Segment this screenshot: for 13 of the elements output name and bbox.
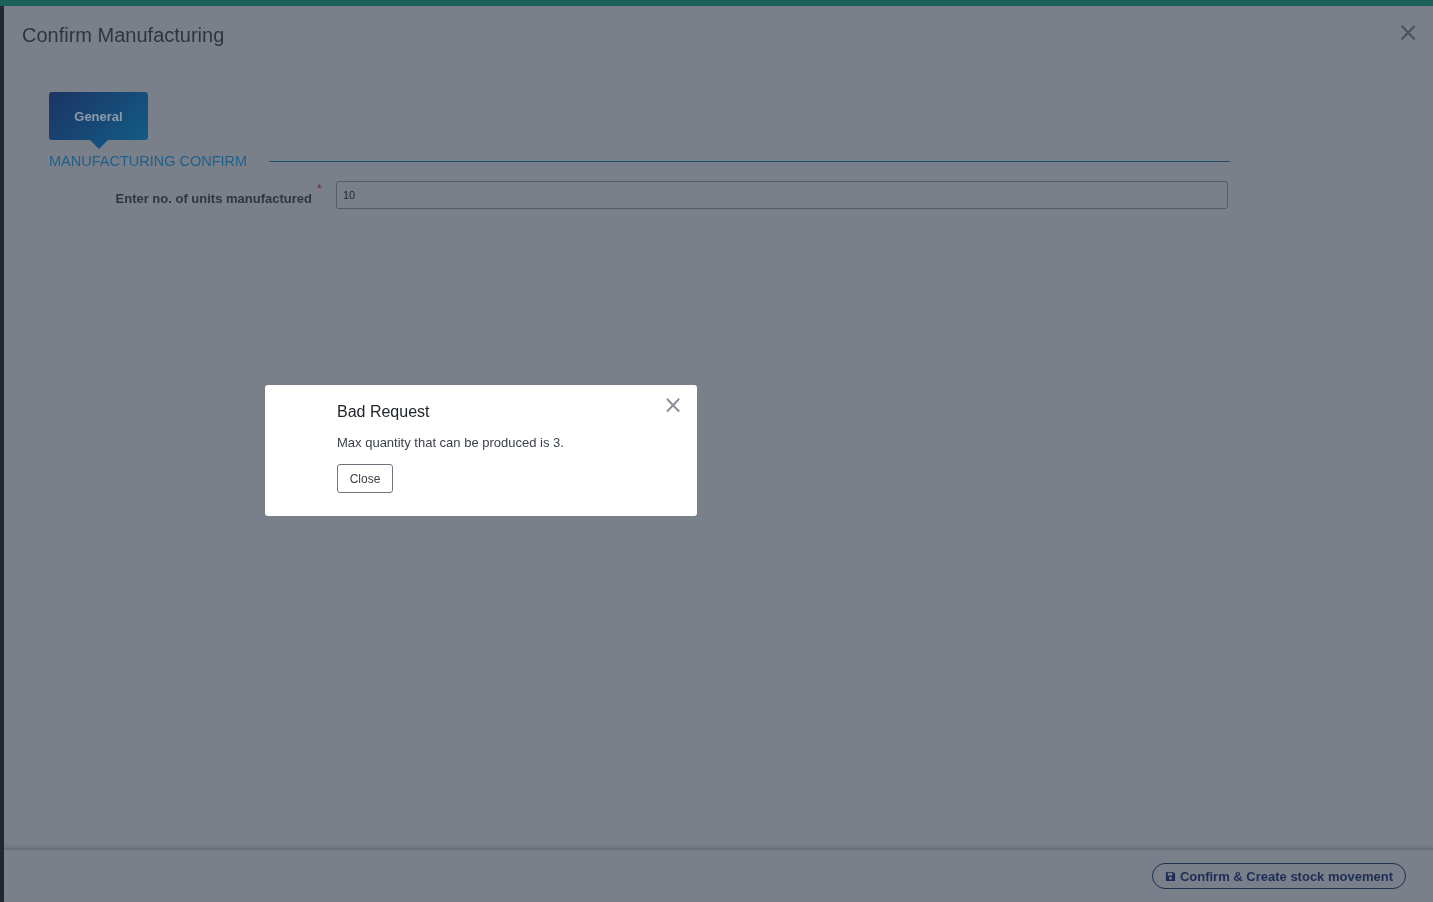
dialog-title: Bad Request xyxy=(337,403,430,421)
close-button[interactable]: × xyxy=(1395,22,1421,42)
save-icon xyxy=(1164,870,1176,882)
dialog-message: Max quantity that can be produced is 3. xyxy=(337,435,565,450)
close-button[interactable]: × xyxy=(662,395,683,415)
close-button[interactable]: Close xyxy=(337,464,393,493)
section-title: MANUFACTURING CONFIRM xyxy=(49,153,248,169)
tab[interactable]: General xyxy=(49,92,148,140)
field-label: Enter no. of units manufactured xyxy=(114,190,312,206)
input-field[interactable]: 10 xyxy=(336,181,1228,209)
window-title: Confirm Manufacturing xyxy=(22,24,225,47)
required-mark: * xyxy=(316,182,323,196)
tab-pointer xyxy=(89,140,108,149)
